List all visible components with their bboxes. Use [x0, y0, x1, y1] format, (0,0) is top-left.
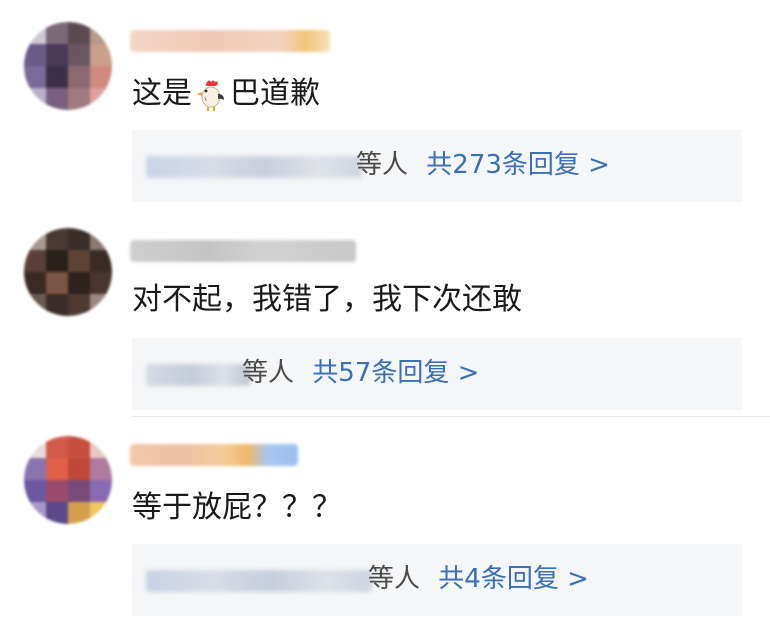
- reply-preview[interactable]: 等人 共4条回复 >: [132, 544, 742, 616]
- comment-text-before: 这是: [132, 76, 192, 111]
- avatar[interactable]: [24, 228, 112, 316]
- reply-suffix: 等人: [242, 358, 295, 388]
- comment-text: 对不起，我错了，我下次还敢: [132, 282, 522, 317]
- avatar[interactable]: [24, 436, 112, 524]
- reply-summary: 等人 共273条回复 >: [356, 148, 610, 182]
- reply-summary: 等人 共4条回复 >: [368, 562, 589, 596]
- comment-text: 这是 巴道歉: [132, 76, 320, 112]
- reply-names-blurred: [146, 156, 362, 178]
- comment-divider: [132, 416, 770, 417]
- reply-summary: 等人 共57条回复 >: [242, 356, 479, 390]
- reply-suffix: 等人: [368, 564, 421, 594]
- view-replies-link[interactable]: 共273条回复 >: [426, 150, 610, 180]
- username-blurred[interactable]: [130, 240, 356, 262]
- reply-names-blurred: [146, 570, 372, 592]
- reply-names-blurred: [146, 364, 250, 386]
- comment-text: 等于放屁？？？: [132, 490, 342, 525]
- username-blurred[interactable]: [130, 30, 330, 52]
- avatar[interactable]: [24, 22, 112, 110]
- reply-preview[interactable]: 等人 共57条回复 >: [132, 338, 742, 410]
- reply-suffix: 等人: [356, 150, 409, 180]
- reply-preview[interactable]: 等人 共273条回复 >: [132, 130, 742, 202]
- rooster-emoji-icon: [197, 80, 224, 111]
- comment-text-after: 巴道歉: [230, 76, 320, 111]
- view-replies-link[interactable]: 共57条回复 >: [312, 358, 479, 388]
- view-replies-link[interactable]: 共4条回复 >: [438, 564, 589, 594]
- username-blurred[interactable]: [130, 444, 298, 466]
